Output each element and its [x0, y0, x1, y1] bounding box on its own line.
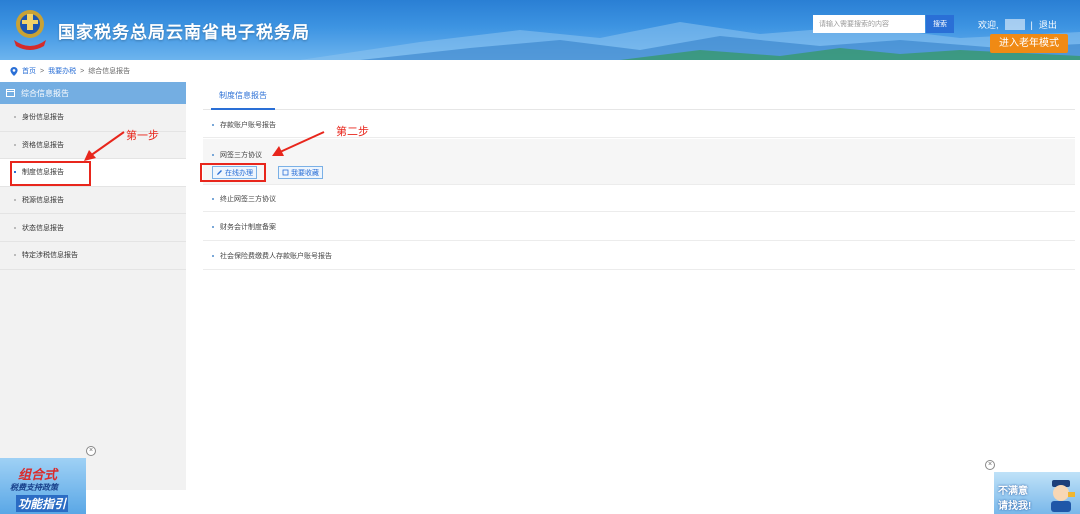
- breadcrumb-separator: >: [80, 67, 85, 75]
- breadcrumb-separator: >: [40, 67, 45, 75]
- list-item-label: 社会保险费缴费人存款账户账号报告: [220, 252, 332, 260]
- list-item-deposit-account[interactable]: 存款账户账号报告: [203, 112, 1075, 138]
- list-item-terminate-agreement[interactable]: 终止网签三方协议: [203, 186, 1075, 212]
- bullet-dot: [212, 197, 214, 200]
- username-masked: [1004, 19, 1025, 30]
- banner-line-1: 组合式: [18, 467, 58, 482]
- tab-bar: 制度信息报告: [203, 86, 1075, 110]
- add-favorite-button[interactable]: 我要收藏: [278, 166, 323, 179]
- sidebar-item-label: 状态信息报告: [22, 224, 64, 232]
- sidebar-item-label: 税源信息报告: [22, 197, 64, 205]
- close-right-banner-button[interactable]: ×: [985, 460, 995, 470]
- logout-link[interactable]: 退出: [1039, 18, 1057, 31]
- site-title: 国家税务总局云南省电子税务局: [58, 23, 310, 42]
- list-item-label: 终止网签三方协议: [220, 195, 276, 203]
- sidebar-item-tax-source[interactable]: 税源信息报告: [0, 187, 186, 215]
- close-left-banner-button[interactable]: ×: [86, 446, 96, 456]
- policy-guide-banner[interactable]: 组合式 税费支持政策 功能指引: [0, 458, 86, 514]
- breadcrumb: 首页 > 我要办税 > 综合信息报告: [10, 66, 130, 76]
- feedback-banner[interactable]: 不满意 请找我!: [994, 472, 1080, 514]
- sidebar-item-label: 身份信息报告: [22, 114, 64, 122]
- banner-line-2: 请找我!: [998, 501, 1032, 512]
- step1-highlight-box: [10, 161, 91, 186]
- list-item-accounting-system[interactable]: 财务会计制度备案: [203, 213, 1075, 241]
- window-icon: [6, 89, 15, 97]
- header-separator: |: [1030, 19, 1033, 30]
- tab-system-report[interactable]: 制度信息报告: [211, 86, 275, 110]
- bullet-dot: [14, 199, 16, 202]
- bullet-dot: [14, 226, 16, 229]
- breadcrumb-tax-handling[interactable]: 我要办税: [48, 66, 76, 76]
- sidebar-item-status[interactable]: 状态信息报告: [0, 214, 186, 242]
- step2-arrow-icon: [272, 131, 325, 156]
- list-item-label: 财务会计制度备案: [220, 223, 276, 231]
- tax-emblem-icon: [14, 10, 46, 50]
- banner-line-3: 功能指引: [16, 495, 69, 512]
- add-favorite-label: 我要收藏: [291, 169, 319, 177]
- sidebar-item-specific[interactable]: 特定涉税信息报告: [0, 242, 186, 270]
- banner-line-2: 税费支持政策: [10, 483, 58, 492]
- bullet-dot: [14, 116, 16, 119]
- step1-label: 第一步: [126, 130, 159, 142]
- breadcrumb-current: 综合信息报告: [88, 68, 131, 75]
- sidebar-item-label: 特定涉税信息报告: [22, 252, 78, 260]
- sidebar-header[interactable]: 综合信息报告: [0, 82, 186, 104]
- page: 国家税务总局云南省电子税务局 搜索 欢迎, | 退出 进入老年模式 首页 > 我…: [0, 0, 1080, 514]
- site-header: 国家税务总局云南省电子税务局 搜索 欢迎, | 退出 进入老年模式: [0, 0, 1080, 60]
- sidebar-item-label: 资格信息报告: [22, 141, 64, 149]
- bullet-dot: [14, 143, 16, 146]
- bullet-dot: [14, 254, 16, 257]
- step1-arrow-icon: [84, 131, 125, 161]
- bullet-dot: [212, 225, 214, 228]
- bullet-dot: [212, 154, 214, 156]
- bookmark-icon: [282, 169, 289, 176]
- bullet-dot: [212, 254, 214, 257]
- list-item-label: 网签三方协议: [220, 152, 262, 159]
- location-pin-icon: [10, 66, 18, 76]
- search-button[interactable]: 搜索: [926, 15, 954, 33]
- bullet-dot: [212, 123, 214, 126]
- search-input[interactable]: [813, 15, 925, 33]
- welcome-text: 欢迎,: [978, 20, 999, 30]
- banner-line-1: 不满意: [998, 486, 1028, 497]
- elder-mode-button[interactable]: 进入老年模式: [990, 34, 1068, 53]
- user-area: 欢迎, | 退出: [978, 18, 1057, 31]
- step2-label: 第二步: [336, 126, 369, 138]
- step2-highlight-box: [200, 163, 266, 182]
- officer-mascot-icon: [1051, 480, 1075, 512]
- breadcrumb-home[interactable]: 首页: [22, 66, 36, 76]
- sidebar-header-label: 综合信息报告: [21, 88, 69, 98]
- list-item-social-insurance-account[interactable]: 社会保险费缴费人存款账户账号报告: [203, 242, 1075, 270]
- list-item-tripartite-agreement[interactable]: 网签三方协议 在线办理 我要收藏: [203, 139, 1075, 185]
